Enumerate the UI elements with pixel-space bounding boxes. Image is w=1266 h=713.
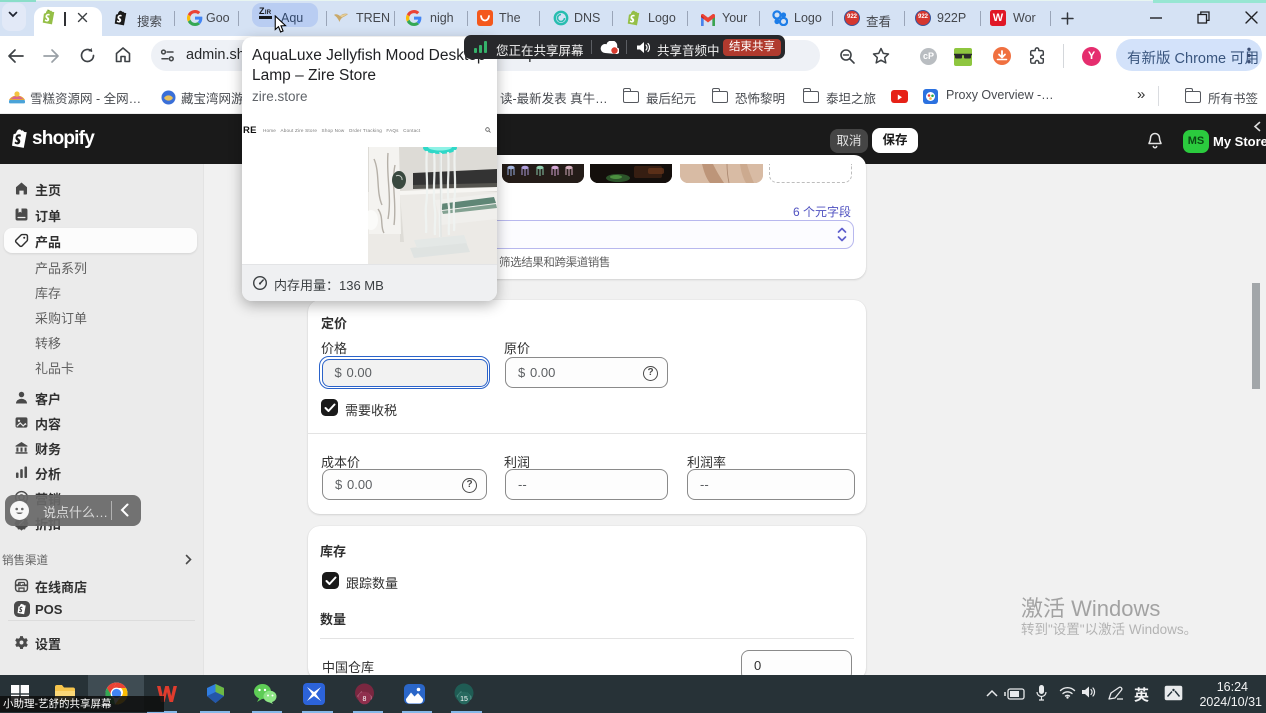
svg-text:15: 15 [460, 696, 468, 703]
svg-text:8: 8 [363, 696, 367, 703]
